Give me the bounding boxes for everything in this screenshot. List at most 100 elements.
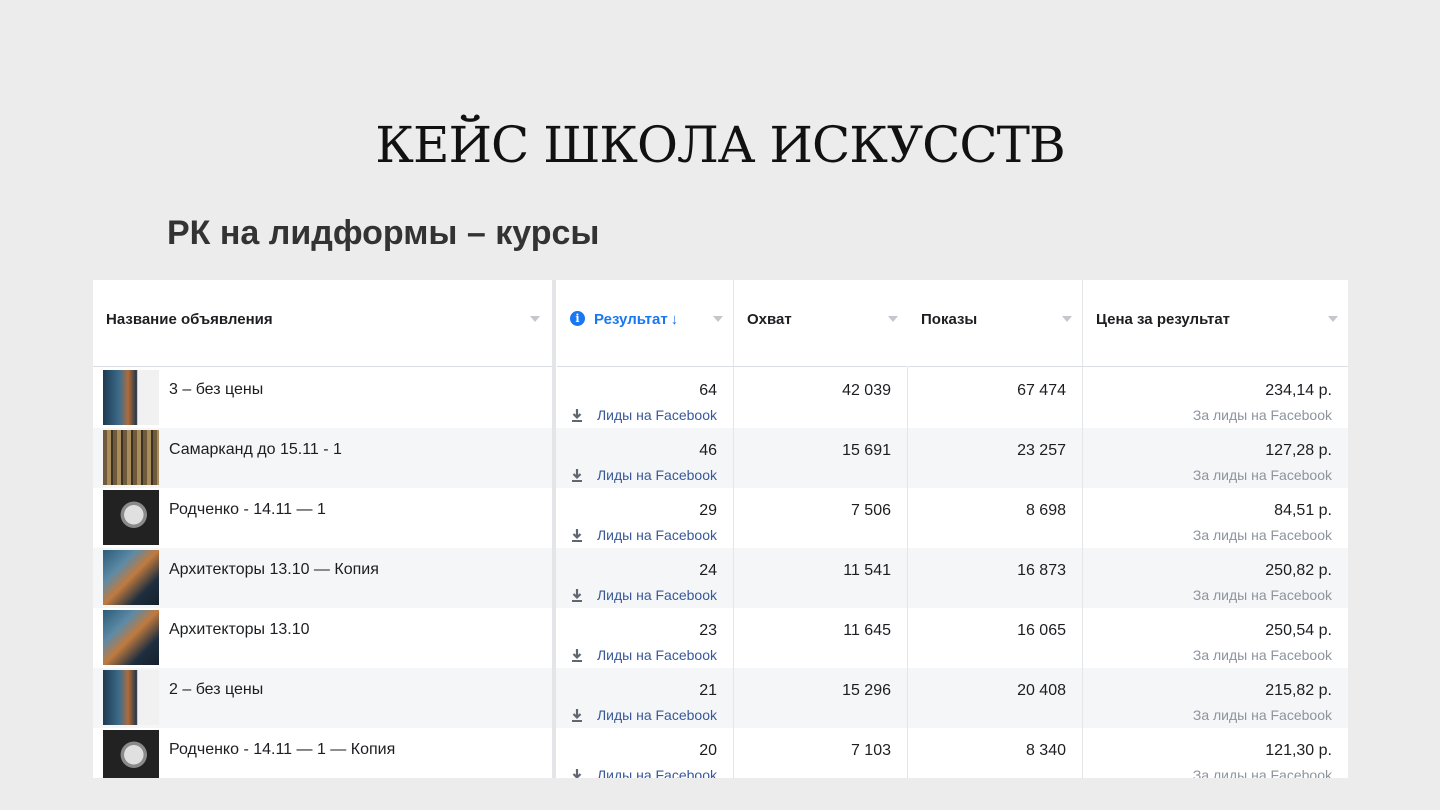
reach-cell: 42 039 <box>734 368 907 428</box>
poster-rodchenko-thumbnail[interactable] <box>103 490 159 545</box>
col-header-reach[interactable]: Охват <box>734 280 907 367</box>
download-icon <box>572 529 582 542</box>
reach-value: 7 103 <box>850 742 891 759</box>
table-row[interactable]: Родченко - 14.11 — 1 — Копия 20 Лиды на … <box>93 728 1348 778</box>
cost-cell: 215,82 р. За лиды на Facebook <box>1083 668 1348 728</box>
result-cell: 29 Лиды на Facebook <box>557 488 733 548</box>
poster-architecture-white-thumbnail[interactable] <box>103 670 159 725</box>
poster-rodchenko-thumbnail[interactable] <box>103 730 159 778</box>
reach-value: 15 296 <box>842 682 891 699</box>
impressions-value: 23 257 <box>1017 442 1066 459</box>
download-icon <box>572 589 582 602</box>
col-header-result[interactable]: i Результат ↓ <box>557 280 733 367</box>
impressions-value: 16 873 <box>1017 562 1066 579</box>
reach-cell: 15 296 <box>734 668 907 728</box>
cost-type-label: За лиды на Facebook <box>1192 767 1332 778</box>
col-header-label: Охват <box>747 311 792 328</box>
ad-name-cell[interactable]: Родченко - 14.11 — 1 — Копия <box>93 728 552 778</box>
col-header-label: Цена за результат <box>1096 311 1231 328</box>
ad-name-cell[interactable]: Архитекторы 13.10 — Копия <box>93 548 552 608</box>
column-divider-frozen[interactable] <box>552 280 556 778</box>
impressions-value: 8 698 <box>1025 502 1066 519</box>
ad-name-cell[interactable]: Самарканд до 15.11 - 1 <box>93 428 552 488</box>
result-type-link[interactable]: Лиды на Facebook <box>597 527 717 543</box>
ad-name[interactable]: Родченко - 14.11 — 1 — Копия <box>169 741 395 759</box>
ad-name-cell[interactable]: Родченко - 14.11 — 1 <box>93 488 552 548</box>
table-row[interactable]: Архитекторы 13.10 23 Лиды на Facebook 11… <box>93 608 1348 668</box>
column-divider[interactable] <box>907 367 908 778</box>
cost-cell: 250,54 р. За лиды на Facebook <box>1083 608 1348 668</box>
result-value: 64 <box>699 382 717 399</box>
result-type-link[interactable]: Лиды на Facebook <box>597 647 717 663</box>
table-row[interactable]: Самарканд до 15.11 - 1 46 Лиды на Facebo… <box>93 428 1348 488</box>
impressions-cell: 20 408 <box>908 668 1082 728</box>
ad-name[interactable]: Родченко - 14.11 — 1 <box>169 501 326 519</box>
impressions-value: 67 474 <box>1017 382 1066 399</box>
result-type-link[interactable]: Лиды на Facebook <box>597 467 717 483</box>
reach-cell: 7 506 <box>734 488 907 548</box>
cost-cell: 121,30 р. За лиды на Facebook <box>1083 728 1348 778</box>
cost-value: 84,51 р. <box>1274 502 1332 519</box>
result-value: 29 <box>699 502 717 519</box>
cost-value: 215,82 р. <box>1265 682 1332 699</box>
slide-subtitle: РК на лидформы – курсы <box>167 214 600 252</box>
reach-value: 15 691 <box>842 442 891 459</box>
result-cell: 20 Лиды на Facebook <box>557 728 733 778</box>
result-type-link[interactable]: Лиды на Facebook <box>597 587 717 603</box>
reach-cell: 11 645 <box>734 608 907 668</box>
info-icon[interactable]: i <box>570 311 585 326</box>
impressions-cell: 16 065 <box>908 608 1082 668</box>
cost-cell: 250,82 р. За лиды на Facebook <box>1083 548 1348 608</box>
download-icon <box>572 709 582 722</box>
result-cell: 21 Лиды на Facebook <box>557 668 733 728</box>
ad-name[interactable]: Самарканд до 15.11 - 1 <box>169 441 342 459</box>
ads-table: Название объявления i Результат ↓ Охват П… <box>93 280 1348 778</box>
ad-name-cell[interactable]: 3 – без цены <box>93 368 552 428</box>
table-row[interactable]: 2 – без цены 21 Лиды на Facebook 15 296 … <box>93 668 1348 728</box>
cost-type-label: За лиды на Facebook <box>1192 647 1332 663</box>
col-header-impressions[interactable]: Показы <box>908 280 1082 367</box>
impressions-value: 8 340 <box>1025 742 1066 759</box>
reach-cell: 7 103 <box>734 728 907 778</box>
reach-value: 11 645 <box>843 622 891 639</box>
cost-type-label: За лиды на Facebook <box>1192 467 1332 483</box>
cost-value: 127,28 р. <box>1265 442 1332 459</box>
column-divider[interactable] <box>733 280 734 778</box>
ad-name[interactable]: Архитекторы 13.10 <box>169 621 309 639</box>
cost-value: 234,14 р. <box>1265 382 1332 399</box>
impressions-cell: 67 474 <box>908 368 1082 428</box>
result-value: 46 <box>699 442 717 459</box>
result-type-link[interactable]: Лиды на Facebook <box>597 407 717 423</box>
poster-architecture-thumbnail[interactable] <box>103 610 159 665</box>
table-row[interactable]: Архитекторы 13.10 — Копия 24 Лиды на Fac… <box>93 548 1348 608</box>
table-row[interactable]: Родченко - 14.11 — 1 29 Лиды на Facebook… <box>93 488 1348 548</box>
col-header-label: Показы <box>921 311 978 328</box>
column-menu-icon[interactable] <box>1062 316 1072 322</box>
result-value: 21 <box>699 682 717 699</box>
poster-samarkand-thumbnail[interactable] <box>103 430 159 485</box>
cost-value: 250,82 р. <box>1265 562 1332 579</box>
ad-name[interactable]: Архитекторы 13.10 — Копия <box>169 561 379 579</box>
impressions-cell: 8 698 <box>908 488 1082 548</box>
column-menu-icon[interactable] <box>1328 316 1338 322</box>
table-row[interactable]: 3 – без цены 64 Лиды на Facebook 42 039 … <box>93 368 1348 428</box>
sort-arrow-down-icon[interactable]: ↓ <box>671 311 679 328</box>
slide-title: КЕЙС ШКОЛА ИСКУССТВ <box>375 115 1065 174</box>
poster-architecture-thumbnail[interactable] <box>103 550 159 605</box>
result-type-link[interactable]: Лиды на Facebook <box>597 707 717 723</box>
poster-architecture-white-thumbnail[interactable] <box>103 370 159 425</box>
reach-cell: 15 691 <box>734 428 907 488</box>
reach-value: 7 506 <box>850 502 891 519</box>
result-cell: 46 Лиды на Facebook <box>557 428 733 488</box>
ad-name[interactable]: 2 – без цены <box>169 681 263 699</box>
column-divider[interactable] <box>1082 280 1083 778</box>
ad-name-cell[interactable]: Архитекторы 13.10 <box>93 608 552 668</box>
column-menu-icon[interactable] <box>530 316 540 322</box>
result-type-link[interactable]: Лиды на Facebook <box>597 767 717 778</box>
col-header-ad-name[interactable]: Название объявления <box>93 280 553 367</box>
column-menu-icon[interactable] <box>888 316 898 322</box>
column-menu-icon[interactable] <box>713 316 723 322</box>
col-header-cost[interactable]: Цена за результат <box>1083 280 1348 367</box>
ad-name[interactable]: 3 – без цены <box>169 381 263 399</box>
ad-name-cell[interactable]: 2 – без цены <box>93 668 552 728</box>
